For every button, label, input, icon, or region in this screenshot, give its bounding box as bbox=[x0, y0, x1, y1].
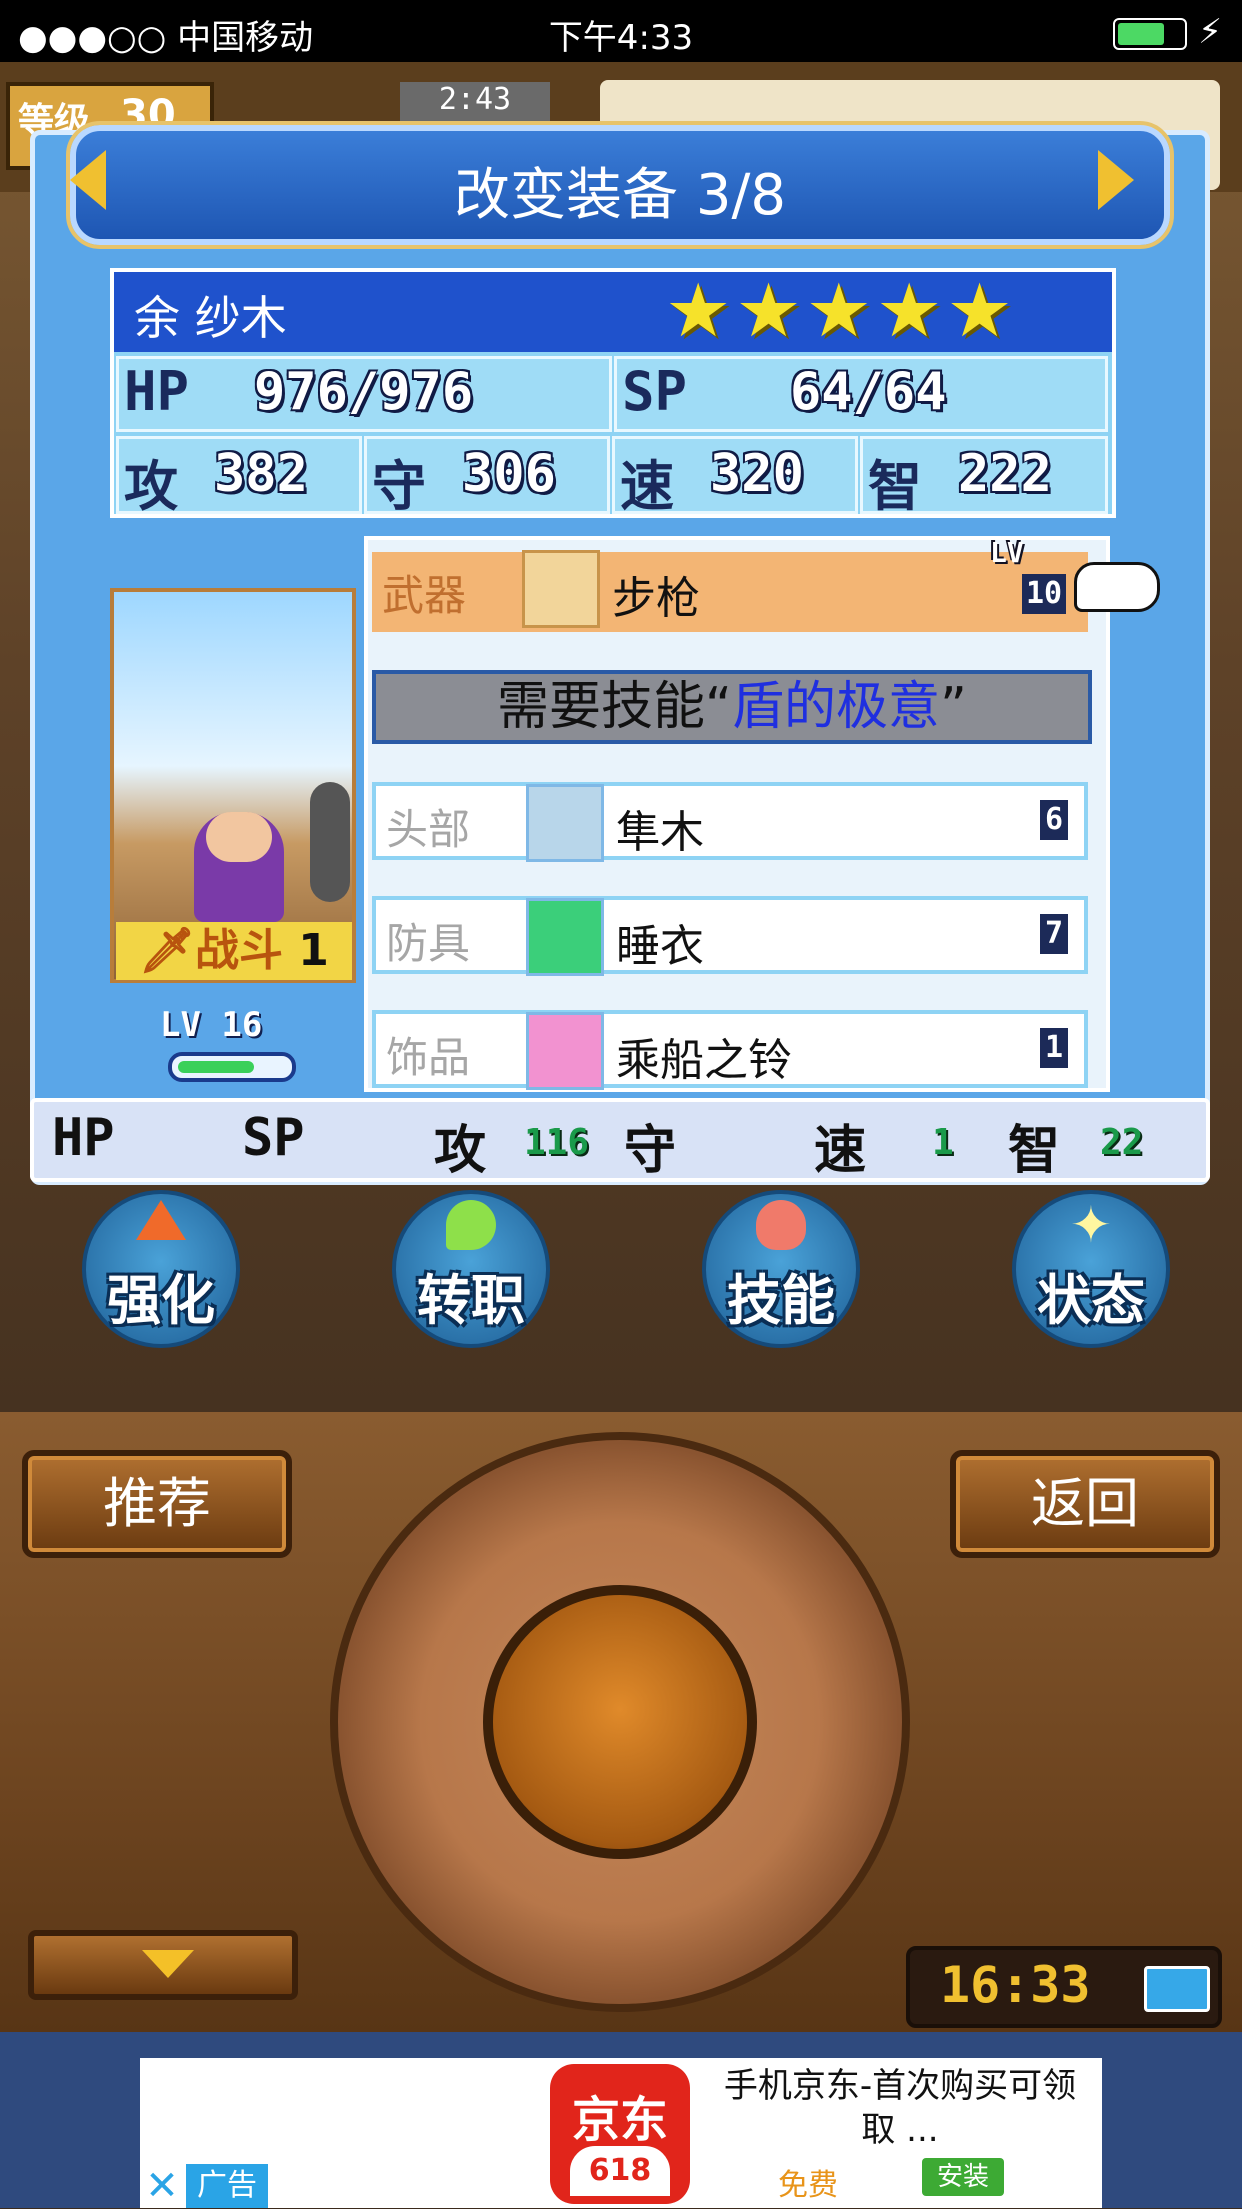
rarity-stars: ★★★★★ bbox=[665, 268, 1017, 354]
weapon-slot[interactable]: 武器 步枪 bbox=[372, 550, 1088, 632]
sword-icon: 🗡 bbox=[139, 925, 195, 976]
weapon-slot-label: 武器 bbox=[382, 571, 467, 620]
hp-value: 976/976 bbox=[254, 362, 474, 422]
bonus-atk-label: 攻 bbox=[434, 1121, 487, 1181]
hud-clock: 2:43 bbox=[400, 82, 550, 122]
character-name: 余 纱木 bbox=[134, 291, 287, 345]
bonus-int-label: 智 bbox=[1008, 1121, 1061, 1181]
helmet-icon bbox=[526, 784, 604, 862]
accessory-slot[interactable]: 饰品 乘船之铃 1 bbox=[372, 1010, 1088, 1090]
ad-free-label: 免费 bbox=[778, 2168, 838, 2203]
flame-icon bbox=[756, 1200, 806, 1250]
bonus-atk-value: 116 bbox=[524, 1122, 590, 1163]
hp-label: HP bbox=[124, 360, 190, 423]
status-time: 下午4:33 bbox=[548, 18, 694, 58]
ad-close-icon[interactable]: ✕ bbox=[140, 2164, 184, 2208]
page-title: 改变装备 3/8 bbox=[454, 163, 786, 228]
bonus-spd-label: 速 bbox=[814, 1121, 867, 1181]
spd-label: 速 bbox=[620, 455, 674, 518]
requirement-prefix: 需要技能“ bbox=[497, 677, 732, 737]
bonus-sp-label: SP bbox=[242, 1108, 305, 1168]
barrel-icon bbox=[310, 782, 350, 902]
skill-requirement: 需要技能“盾的极意” bbox=[372, 670, 1092, 744]
pointing-hand-icon bbox=[1074, 562, 1160, 612]
game-clock: 16:33 bbox=[906, 1946, 1222, 2028]
requirement-suffix: ” bbox=[940, 677, 967, 737]
jd-logo[interactable]: 京东 618 bbox=[550, 2064, 690, 2204]
job-badge: 🗡战斗 1 bbox=[116, 922, 352, 980]
int-value: 222 bbox=[958, 444, 1052, 504]
job-name: 战斗 bbox=[194, 925, 283, 976]
game-clock-time: 16:33 bbox=[940, 1956, 1091, 2014]
ad-tag: 广告 bbox=[186, 2164, 268, 2208]
bonus-hp-label: HP bbox=[52, 1108, 115, 1168]
def-label: 守 bbox=[372, 455, 426, 518]
back-button[interactable]: 返回 bbox=[950, 1450, 1220, 1558]
def-value: 306 bbox=[462, 444, 556, 504]
job-rank: 1 bbox=[298, 925, 329, 976]
weapon-name: 步枪 bbox=[612, 573, 700, 624]
battery-charge-icon bbox=[1144, 1966, 1210, 2012]
exp-fill bbox=[178, 1061, 254, 1073]
recommend-button[interactable]: 推荐 bbox=[22, 1450, 292, 1558]
accessory-item-level: 1 bbox=[1040, 1028, 1068, 1068]
down-arrow-icon bbox=[142, 1950, 194, 1978]
skills-button[interactable]: 技能 bbox=[702, 1190, 860, 1348]
armor-item-name: 睡衣 bbox=[616, 921, 704, 972]
sp-value: 64/64 bbox=[790, 362, 947, 422]
pajamas-icon bbox=[526, 898, 604, 976]
bell-icon bbox=[526, 1012, 604, 1090]
weapon-lv-tag: LV bbox=[990, 536, 1024, 569]
int-label: 智 bbox=[868, 455, 922, 518]
weapon-level: 10 bbox=[1022, 574, 1066, 614]
bonus-spd-value: 1 bbox=[932, 1122, 954, 1163]
ad-install-button[interactable]: 安装 bbox=[922, 2158, 1004, 2196]
status-bar: ●●●○○ 中国移动 下午4:33 ⚡ bbox=[0, 0, 1242, 62]
character-face bbox=[206, 812, 272, 862]
accessory-slot-label: 饰品 bbox=[386, 1033, 471, 1082]
character-level: LV 16 bbox=[160, 1005, 263, 1045]
armor-slot-label: 防具 bbox=[386, 919, 471, 968]
atk-label: 攻 bbox=[124, 455, 178, 518]
status-button[interactable]: ✦ 状态 bbox=[1012, 1190, 1170, 1348]
battery-icon: ⚡ bbox=[1113, 12, 1222, 52]
atk-value: 382 bbox=[214, 444, 308, 504]
head-slot-label: 头部 bbox=[386, 805, 471, 854]
bonus-stat-strip: HP SP 攻 116 守 速 1 智 22 bbox=[30, 1098, 1210, 1182]
status-label: 状态 bbox=[1037, 1269, 1145, 1332]
upgrade-label: 强化 bbox=[107, 1269, 215, 1332]
bonus-int-value: 22 bbox=[1100, 1122, 1144, 1163]
sp-label: SP bbox=[622, 360, 688, 423]
bonus-def-label: 守 bbox=[624, 1121, 677, 1181]
scroll-down-button[interactable] bbox=[28, 1930, 298, 2000]
ad-title: 手机京东-首次购买可领取 ... bbox=[723, 2066, 1077, 2150]
required-skill: 盾的极意 bbox=[731, 677, 940, 737]
up-arrow-icon bbox=[136, 1200, 186, 1240]
skills-label: 技能 bbox=[727, 1269, 835, 1332]
leaf-icon bbox=[446, 1200, 496, 1250]
jd-logo-618: 618 bbox=[570, 2146, 670, 2196]
head-item-level: 6 bbox=[1040, 800, 1068, 840]
rifle-icon bbox=[522, 550, 600, 628]
armor-item-level: 7 bbox=[1040, 914, 1068, 954]
dpad[interactable] bbox=[330, 1432, 910, 2012]
accessory-item-name: 乘船之铃 bbox=[616, 1035, 792, 1086]
sparkle-icon: ✦ bbox=[1070, 1196, 1112, 1254]
job-change-button[interactable]: 转职 bbox=[392, 1190, 550, 1348]
upgrade-button[interactable]: 强化 bbox=[82, 1190, 240, 1348]
head-item-name: 隼木 bbox=[616, 807, 704, 858]
job-change-label: 转职 bbox=[417, 1269, 525, 1332]
spd-value: 320 bbox=[710, 444, 804, 504]
jd-logo-text: 京东 bbox=[571, 2092, 668, 2148]
armor-slot[interactable]: 防具 睡衣 7 bbox=[372, 896, 1088, 976]
exp-bar bbox=[168, 1052, 296, 1082]
dpad-center-button[interactable] bbox=[483, 1585, 757, 1859]
head-slot[interactable]: 头部 隼木 6 bbox=[372, 782, 1088, 862]
